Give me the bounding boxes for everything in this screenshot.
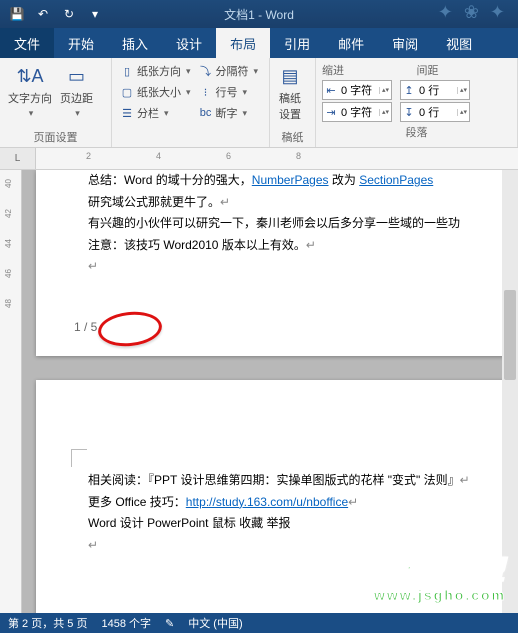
page-2[interactable]: 相关阅读：『PPT 设计思维第四期：实操单图版式的花样 "变式" 法则』↵ 更多…: [36, 380, 518, 613]
margins-icon: ▭: [65, 64, 89, 88]
annotation-circle: [96, 309, 163, 350]
tab-insert[interactable]: 插入: [108, 28, 162, 58]
margin-corner-mark: [71, 449, 87, 467]
indent-header: 缩进: [322, 62, 417, 78]
indent-right-icon: ⇥: [323, 106, 339, 119]
qat-custom-icon[interactable]: ▾: [88, 7, 102, 21]
save-icon[interactable]: 💾: [10, 7, 24, 21]
tab-review[interactable]: 审阅: [378, 28, 432, 58]
theme-decoration: ✦ ❀ ✦: [438, 2, 508, 23]
indent-left-icon: ⇤: [323, 84, 339, 97]
line-numbers-icon: ⁝: [199, 85, 213, 99]
breaks-icon: ⤵: [199, 64, 213, 78]
draft-paper-button[interactable]: ▤ 稿纸 设置: [276, 62, 304, 127]
undo-icon[interactable]: ↶: [36, 7, 50, 21]
text-direction-icon: ⇅A: [18, 64, 42, 88]
spacing-after-icon: ↧: [401, 106, 417, 119]
scrollbar-thumb[interactable]: [504, 290, 516, 380]
group-label-paragraph: 段落: [322, 122, 511, 142]
page-1[interactable]: 总结：Word 的域十分的强大，NumberPages 改为 SectionPa…: [36, 170, 518, 356]
tab-file[interactable]: 文件: [0, 28, 54, 58]
group-label-page-setup: 页面设置: [6, 127, 105, 147]
margins-button[interactable]: ▭ 页边距 ▾: [58, 62, 95, 127]
chevron-down-icon: ▾: [75, 108, 80, 119]
hyphenation-button[interactable]: bc断字▾: [197, 104, 261, 122]
ribbon-tabs: 文件 开始 插入 设计 布局 引用 邮件 审阅 视图: [0, 28, 518, 58]
group-label-page-setup2: [118, 143, 263, 147]
document-canvas[interactable]: 总结：Word 的域十分的强大，NumberPages 改为 SectionPa…: [22, 170, 518, 613]
breaks-button[interactable]: ⤵分隔符▾: [197, 62, 261, 80]
status-page[interactable]: 第 2 页，共 5 页: [8, 615, 87, 631]
columns-icon: ☰: [120, 106, 134, 120]
orientation-button[interactable]: ▯纸张方向▾: [118, 62, 193, 80]
spacing-header: 间距: [417, 62, 512, 78]
columns-button[interactable]: ☰分栏▾: [118, 104, 193, 122]
draft-paper-icon: ▤: [278, 64, 302, 88]
orientation-icon: ▯: [120, 64, 134, 78]
status-bar: 第 2 页，共 5 页 1458 个字 ✎ 中文 (中国): [0, 613, 518, 633]
size-button[interactable]: ▢纸张大小▾: [118, 83, 193, 101]
ribbon: ⇅A 文字方向 ▾ ▭ 页边距 ▾ 页面设置 ▯纸张方向▾ ▢纸张大小▾ ☰分栏…: [0, 58, 518, 148]
indent-right-spinner[interactable]: ⇥▴▾: [322, 102, 392, 122]
spacing-after-spinner[interactable]: ↧▴▾: [400, 102, 470, 122]
hyphenation-icon: bc: [199, 106, 213, 120]
tab-design[interactable]: 设计: [162, 28, 216, 58]
indent-left-spinner[interactable]: ⇤▴▾: [322, 80, 392, 100]
status-language[interactable]: 中文 (中国): [188, 615, 242, 631]
group-label-draft: 稿纸: [276, 127, 309, 147]
spacing-before-spinner[interactable]: ↥▴▾: [400, 80, 470, 100]
tab-references[interactable]: 引用: [270, 28, 324, 58]
text-direction-button[interactable]: ⇅A 文字方向 ▾: [6, 62, 54, 127]
chevron-down-icon: ▾: [29, 108, 34, 119]
ruler-corner[interactable]: L: [0, 148, 36, 169]
page-number-field: 1 / 5: [74, 320, 97, 334]
status-proofing-icon[interactable]: ✎: [165, 617, 174, 630]
horizontal-ruler[interactable]: 2 4 6 8: [36, 148, 518, 169]
tab-layout[interactable]: 布局: [216, 28, 270, 58]
window-title: 文档1 - Word: [224, 6, 294, 23]
redo-icon[interactable]: ↻: [62, 7, 76, 21]
vertical-scrollbar[interactable]: [502, 170, 518, 613]
tab-view[interactable]: 视图: [432, 28, 486, 58]
tab-mailings[interactable]: 邮件: [324, 28, 378, 58]
spacing-before-icon: ↥: [401, 84, 417, 97]
vertical-ruler[interactable]: 40 42 44 46 48: [0, 170, 22, 613]
status-words[interactable]: 1458 个字: [101, 615, 151, 631]
size-icon: ▢: [120, 85, 134, 99]
tab-home[interactable]: 开始: [54, 28, 108, 58]
line-numbers-button[interactable]: ⁝行号▾: [197, 83, 261, 101]
